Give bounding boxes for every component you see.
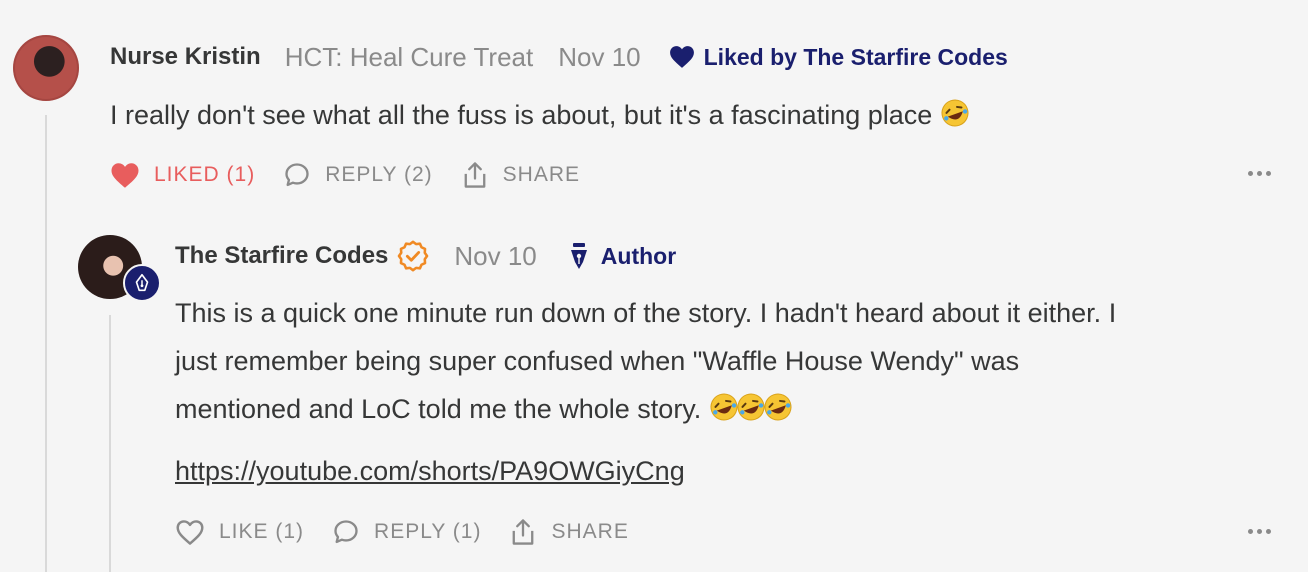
comment-actions: LIKED (1) REPLY (2) SHARE (110, 160, 580, 190)
like-button[interactable]: LIKE (1) (175, 519, 304, 546)
heart-icon (176, 519, 204, 545)
comment-text-line: just remember being super confused when … (175, 346, 1020, 376)
comment-header: Nurse Kristin HCT: Heal Cure Treat Nov 1… (110, 40, 1008, 74)
more-dots-icon[interactable] (1248, 529, 1271, 534)
share-label: SHARE (502, 163, 580, 186)
reply-label: REPLY (1) (374, 520, 482, 543)
comment-body: This is a quick one minute run down of t… (175, 289, 1285, 433)
laughing-emoji (764, 393, 792, 421)
share-label: SHARE (551, 520, 629, 543)
comment-bubble-icon (334, 520, 358, 544)
comment-bubble-icon (285, 163, 309, 187)
youtube-link[interactable]: https://youtube.com/shorts/PA9OWGiyCng (175, 456, 685, 487)
laughing-emoji (710, 393, 738, 421)
fountain-pen-icon (570, 243, 587, 269)
author-pen-badge (123, 264, 161, 302)
fountain-pen-icon (135, 273, 149, 292)
author-name[interactable]: The Starfire Codes (175, 242, 388, 270)
comment-text: I really don't see what all the fuss is … (110, 100, 933, 130)
share-button[interactable]: SHARE (461, 160, 580, 190)
liked-by-label: Liked by The Starfire Codes (669, 44, 1008, 71)
share-button[interactable]: SHARE (509, 517, 628, 547)
heart-icon (111, 162, 139, 188)
like-label: LIKED (1) (154, 163, 256, 186)
comment-text-line: mentioned and LoC told me the whole stor… (175, 394, 702, 424)
reply-label: REPLY (2) (325, 163, 433, 186)
share-icon (513, 519, 534, 545)
author-badge-label: Author (600, 242, 677, 269)
reply-button[interactable]: REPLY (1) (332, 518, 481, 546)
laughing-emoji (941, 99, 969, 127)
verified-check-icon (398, 240, 429, 272)
comment-date[interactable]: Nov 10 (558, 42, 640, 73)
comment-date[interactable]: Nov 10 (454, 241, 536, 272)
publication-name[interactable]: HCT: Heal Cure Treat (285, 42, 534, 73)
more-dots-icon[interactable] (1248, 171, 1271, 176)
author-name[interactable]: Nurse Kristin (110, 43, 261, 71)
laughing-emoji (737, 393, 765, 421)
like-button[interactable]: LIKED (1) (110, 162, 255, 189)
author-badge: Author (569, 242, 676, 270)
share-icon (464, 162, 486, 188)
comment-header: The Starfire Codes Nov 10 Author (175, 238, 676, 274)
liked-by-text: Liked by The Starfire Codes (703, 43, 1008, 70)
comment-body: I really don't see what all the fuss is … (110, 91, 970, 139)
like-label: LIKE (1) (219, 520, 305, 543)
thread-line-reply (109, 315, 111, 572)
reply-button[interactable]: REPLY (2) (283, 161, 432, 189)
heart-icon (669, 46, 694, 68)
comment-actions: LIKE (1) REPLY (1) SHARE (175, 517, 629, 547)
comment-text-line: This is a quick one minute run down of t… (175, 298, 1117, 328)
emoji-group (709, 393, 793, 424)
avatar[interactable] (13, 35, 79, 101)
thread-line-main (45, 115, 47, 572)
